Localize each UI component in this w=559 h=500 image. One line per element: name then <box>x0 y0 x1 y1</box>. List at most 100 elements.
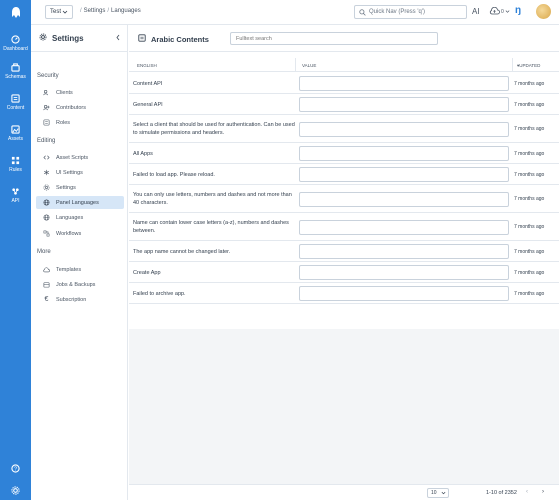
page-size-value: 10 <box>431 490 437 496</box>
workflow-icon <box>43 230 50 237</box>
translation-input[interactable] <box>299 121 509 137</box>
english-text: All Apps <box>133 150 153 157</box>
nav-item-label: Workflows <box>56 230 82 237</box>
breadcrumb-item[interactable]: Settings <box>84 8 106 14</box>
section-title-editing: Editing <box>37 138 56 144</box>
nav-item-ui-settings[interactable]: UI Settings <box>36 166 124 179</box>
breadcrumb-item: Languages <box>111 8 141 14</box>
pagination-bar: 10 1-10 of 2352 ‹ › <box>129 484 559 500</box>
assets-icon <box>11 124 21 134</box>
translation-input[interactable] <box>299 244 509 259</box>
nav-item-roles[interactable]: Roles <box>36 116 124 129</box>
app-selector[interactable]: Test <box>45 5 73 19</box>
nav-item-clients[interactable]: Clients <box>36 86 124 99</box>
page-title: Arabic Contents <box>151 35 209 44</box>
column-header-value[interactable]: VALUE <box>302 63 316 68</box>
rail-item-rules[interactable]: Rules <box>0 150 31 178</box>
rail-item-assets[interactable]: Assets <box>0 119 31 147</box>
page-size-select[interactable]: 10 <box>427 488 449 498</box>
translation-input[interactable] <box>299 191 509 207</box>
cloud-upload-icon <box>489 6 500 17</box>
rail-settings-button[interactable] <box>0 481 31 500</box>
table-header: ENGLISH VALUE ▾UPDATED <box>129 58 559 72</box>
translation-input[interactable] <box>299 265 509 280</box>
rail-item-api[interactable]: API <box>0 181 31 209</box>
nav-item-label: Jobs & Backups <box>56 281 96 288</box>
globe-icon <box>43 199 50 206</box>
top-bar: Test / Settings / Languages Quick Nav (Pres… <box>31 0 559 25</box>
previous-page-button[interactable]: ‹ <box>526 489 528 495</box>
rail-label: Content <box>6 105 25 111</box>
help-button[interactable]: ? <box>0 458 31 478</box>
nav-item-workflows[interactable]: Workflows <box>36 227 124 240</box>
updated-time: 7 months ago <box>514 196 545 202</box>
nav-item-label: Asset Scripts <box>56 154 89 161</box>
next-page-button[interactable]: › <box>542 489 544 495</box>
chevron-down-icon <box>62 9 68 17</box>
content-icon <box>11 93 21 103</box>
svg-text:?: ? <box>14 466 17 472</box>
brand-logo-icon[interactable]: ŋ <box>515 5 521 16</box>
table-row: Select a client that should be used for … <box>129 115 559 143</box>
english-text: General API <box>133 101 163 108</box>
rail-label: Assets <box>7 136 23 142</box>
app-logo-icon[interactable] <box>0 4 31 22</box>
schemas-icon <box>11 62 21 72</box>
updated-time: 7 months ago <box>514 80 545 87</box>
updated-time: 7 months ago <box>514 101 545 108</box>
gear-icon <box>39 33 47 43</box>
translation-input[interactable] <box>299 97 509 112</box>
avatar[interactable] <box>536 4 551 19</box>
nav-item-jobs-backups[interactable]: Jobs & Backups <box>36 278 124 291</box>
translation-input[interactable] <box>299 219 509 235</box>
nav-item-templates[interactable]: Templates <box>36 263 124 276</box>
nav-item-label: Roles <box>56 119 71 126</box>
nav-item-asset-scripts[interactable]: Asset Scripts <box>36 151 124 164</box>
nav-item-languages[interactable]: Languages <box>36 211 124 224</box>
english-text: The app name cannot be changed later. <box>133 248 231 255</box>
rail-item-dashboard[interactable]: Dashboard <box>0 29 31 57</box>
chevron-down-icon <box>441 490 446 498</box>
translation-input[interactable] <box>299 286 509 301</box>
roles-icon <box>43 119 50 126</box>
translation-input[interactable] <box>299 76 509 91</box>
english-text: Name can contain lower case letters (a-z… <box>133 220 289 234</box>
collapse-panel-button[interactable] <box>115 34 121 43</box>
updated-time: 7 months ago <box>514 126 545 132</box>
nav-item-panel-languages[interactable]: Panel Languages <box>36 196 124 209</box>
column-header-updated[interactable]: ▾UPDATED <box>517 63 540 69</box>
nav-item-label: Languages <box>56 214 84 221</box>
clients-icon <box>43 89 50 96</box>
rail-item-schemas[interactable]: Schemas <box>0 57 31 85</box>
pagination-info: 1-10 of 2352 <box>486 490 517 496</box>
nav-item-label: UI Settings <box>56 169 83 176</box>
updated-time: 7 months ago <box>514 248 545 255</box>
fulltext-search-input[interactable] <box>230 32 438 45</box>
english-text: Failed to load app. Please reload. <box>133 171 215 178</box>
breadcrumb: / Settings / Languages <box>80 8 141 14</box>
column-header-english[interactable]: ENGLISH <box>137 63 157 68</box>
globe-icon <box>43 214 50 221</box>
table-row: General API 7 months ago <box>129 94 559 115</box>
ai-button[interactable]: AI <box>472 7 480 16</box>
nav-item-settings[interactable]: Settings <box>36 181 124 194</box>
nav-item-contributors[interactable]: Contributors <box>36 101 124 114</box>
updated-time: 7 months ago <box>514 171 545 178</box>
section-title-security: Security <box>37 73 59 79</box>
quick-nav-search[interactable]: Quick Nav (Press 'q') <box>354 5 467 19</box>
section-title-more: More <box>37 249 51 255</box>
left-rail: Dashboard Schemas Content Assets Rules A… <box>0 0 31 500</box>
updated-time: 7 months ago <box>514 150 545 157</box>
nav-item-label: Contributors <box>56 104 86 111</box>
help-icon: ? <box>11 463 21 473</box>
table-row: Failed to archive app. 7 months ago <box>129 283 559 304</box>
english-text: Select a client that should be used for … <box>133 122 295 136</box>
rail-item-content[interactable]: Content <box>0 88 31 116</box>
table-row: All Apps 7 months ago <box>129 143 559 164</box>
translation-input[interactable] <box>299 146 509 161</box>
nav-item-subscription[interactable]: € Subscription <box>36 293 124 306</box>
translation-input[interactable] <box>299 167 509 182</box>
rail-label: Schemas <box>5 74 26 80</box>
content-header: Arabic Contents <box>129 25 559 52</box>
sync-status[interactable]: 0 <box>489 6 510 17</box>
